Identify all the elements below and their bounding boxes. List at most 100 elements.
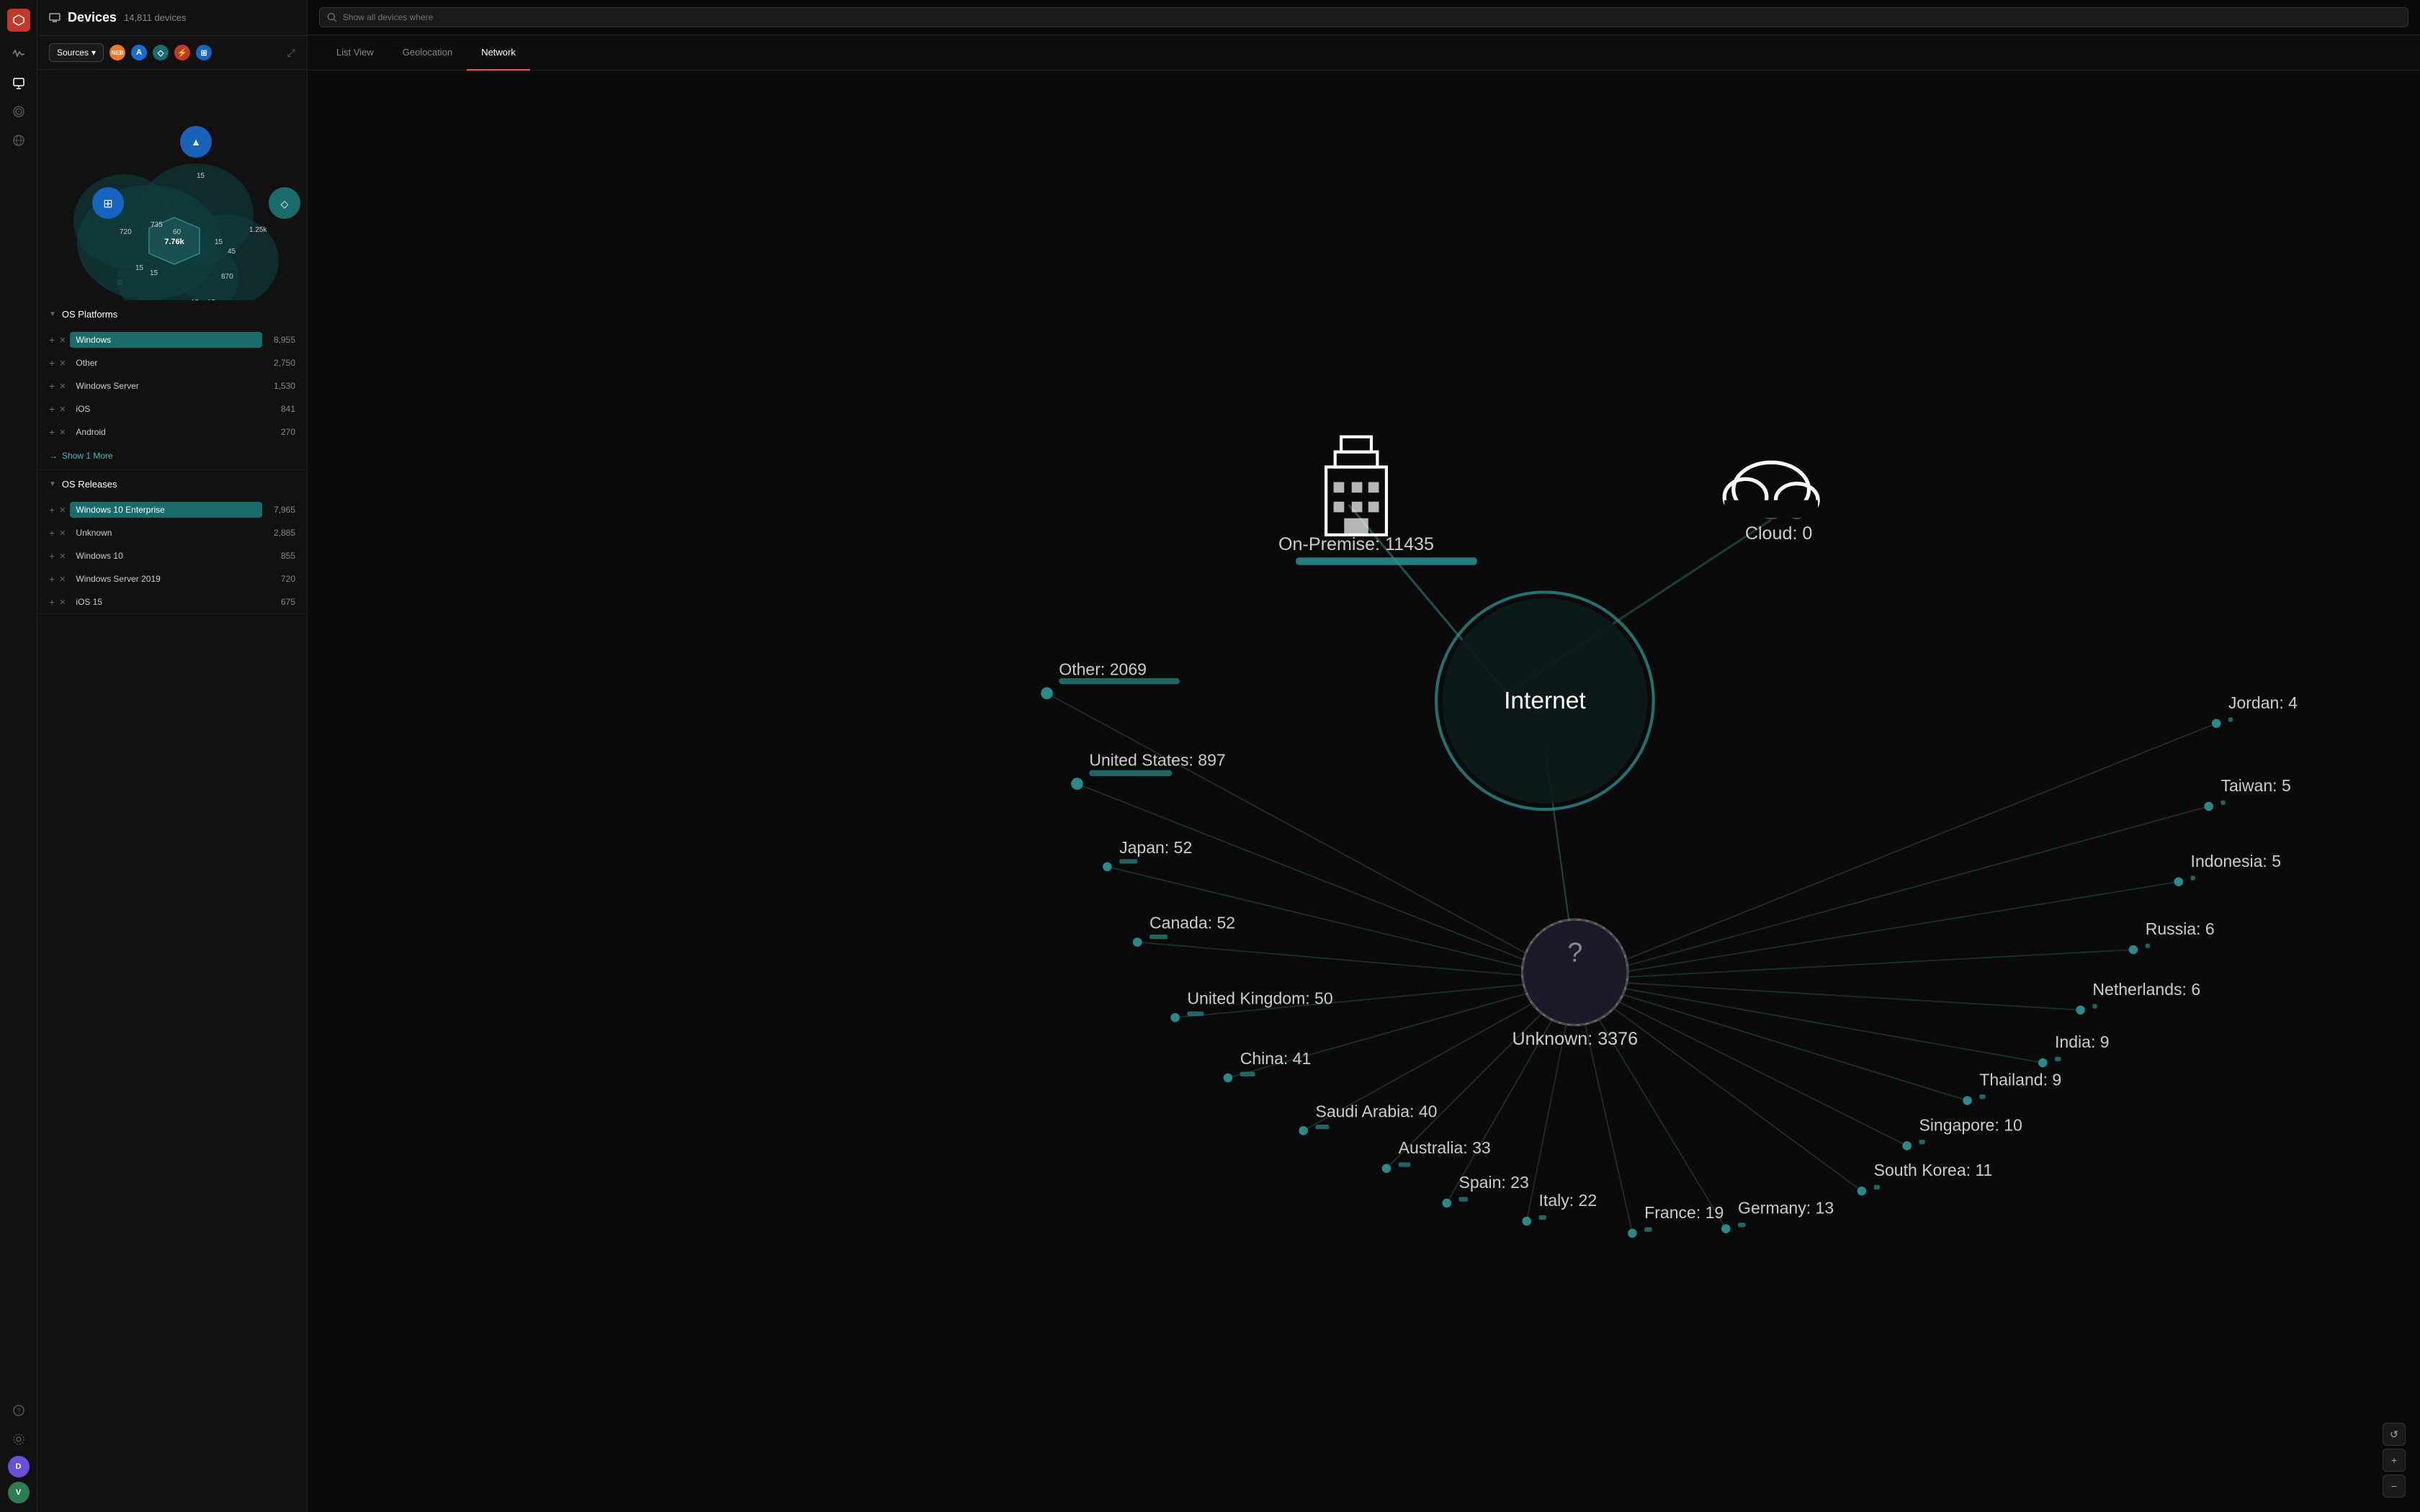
avatar-d[interactable]: D (8, 1456, 30, 1477)
tab-list-view[interactable]: List View (322, 35, 388, 71)
svg-text:60: 60 (173, 228, 182, 236)
svg-text:1.25k: 1.25k (249, 226, 267, 234)
remove-android-icon[interactable]: ✕ (59, 428, 66, 437)
globe-nav-icon[interactable] (6, 128, 31, 153)
os-platforms-chevron: ▼ (49, 310, 56, 318)
remove-ios15-icon[interactable]: ✕ (59, 598, 66, 607)
remove-win10ent-icon[interactable]: ✕ (59, 505, 66, 515)
winserver-label[interactable]: Windows Server (70, 378, 262, 394)
radar-nav-icon[interactable] (6, 99, 31, 124)
svg-text:Canada: 52: Canada: 52 (1150, 914, 1235, 932)
svg-text:Saudi Arabia: 40: Saudi Arabia: 40 (1315, 1102, 1437, 1121)
source-d-icon[interactable]: ◇ (153, 45, 169, 60)
ios-label[interactable]: iOS (70, 401, 262, 417)
search-input-wrap (319, 7, 2408, 27)
search-bar-area (308, 0, 2420, 35)
windows-count: 8,955 (266, 335, 295, 345)
add-other-icon[interactable]: + (49, 357, 55, 369)
svg-text:Spain: 23: Spain: 23 (1458, 1173, 1528, 1192)
remove-winserver2019-icon[interactable]: ✕ (59, 575, 66, 584)
add-winserver-icon[interactable]: + (49, 380, 55, 392)
source-neb-icon[interactable]: NEB (109, 45, 125, 60)
add-ios-icon[interactable]: + (49, 403, 55, 415)
win10-label[interactable]: Windows 10 (70, 548, 262, 564)
remove-winserver-icon[interactable]: ✕ (59, 382, 66, 391)
os-releases-chevron: ▼ (49, 480, 56, 488)
zoom-reset-button[interactable]: ↺ (2383, 1423, 2406, 1446)
search-input[interactable] (343, 12, 2401, 22)
android-count: 270 (266, 427, 295, 437)
network-view: Internet On-Premise: 11435 (308, 71, 2420, 1512)
svg-text:735: 735 (151, 221, 163, 229)
source-w-icon[interactable]: ⊞ (196, 45, 212, 60)
add-win10ent-icon[interactable]: + (49, 504, 55, 516)
chevron-down-icon: ▾ (91, 48, 96, 58)
add-windows-icon[interactable]: + (49, 334, 55, 346)
sources-button[interactable]: Sources ▾ (49, 43, 104, 62)
svg-text:?: ? (1567, 937, 1582, 968)
settings-nav-icon[interactable] (6, 1427, 31, 1452)
os-platform-android: + ✕ Android 270 (37, 420, 307, 444)
avatar-v[interactable]: V (8, 1482, 30, 1503)
os-platforms-show-more[interactable]: → Show 1 More (37, 444, 307, 469)
winserver2019-label[interactable]: Windows Server 2019 (70, 571, 262, 587)
svg-text:South Korea: 11: South Korea: 11 (1874, 1161, 1993, 1179)
windows-label[interactable]: Windows (70, 332, 262, 348)
activity-nav-icon[interactable] (6, 42, 31, 66)
svg-text:Russia: 6: Russia: 6 (2146, 919, 2215, 938)
devices-nav-icon[interactable] (6, 71, 31, 95)
remove-windows-icon[interactable]: ✕ (59, 336, 66, 345)
os-platforms-header[interactable]: ▼ OS Platforms (37, 300, 307, 328)
network-svg: Internet On-Premise: 11435 (308, 71, 2420, 1512)
search-icon (327, 12, 337, 22)
svg-text:Italy: 22: Italy: 22 (1539, 1191, 1597, 1210)
zoom-in-button[interactable]: + (2383, 1449, 2406, 1472)
add-ios15-icon[interactable]: + (49, 596, 55, 608)
expand-icon[interactable]: ⤢ (287, 47, 295, 59)
os-releases-section: ▼ OS Releases + ✕ Windows 10 Enterprise … (37, 470, 307, 614)
add-win10-icon[interactable]: + (49, 550, 55, 562)
add-android-icon[interactable]: + (49, 426, 55, 438)
other-label[interactable]: Other (70, 355, 262, 371)
page-title: Devices (68, 10, 117, 25)
zoom-controls: ↺ + − (2383, 1423, 2406, 1498)
svg-text:15: 15 (197, 172, 205, 180)
svg-text:15: 15 (207, 299, 216, 300)
tab-geolocation[interactable]: Geolocation (388, 35, 467, 71)
win10ent-label[interactable]: Windows 10 Enterprise (70, 502, 262, 518)
add-unknown-icon[interactable]: + (49, 527, 55, 539)
other-count: 2,750 (266, 358, 295, 368)
svg-text:Cloud: 0: Cloud: 0 (1745, 523, 1813, 544)
source-r-icon[interactable]: ⚡ (174, 45, 190, 60)
svg-text:India: 9: India: 9 (2055, 1032, 2110, 1051)
unknown-label[interactable]: Unknown (70, 525, 262, 541)
svg-text:45: 45 (228, 248, 236, 256)
svg-text:Jordan: 4: Jordan: 4 (2228, 693, 2298, 712)
bubble-viz: ▲ ⊞ ◇ NEB ⚡ 7.76k 15 720 735 60 1.25k 15… (37, 70, 307, 300)
android-label[interactable]: Android (70, 424, 262, 440)
os-platforms-title: OS Platforms (62, 309, 117, 320)
os-releases-header[interactable]: ▼ OS Releases (37, 470, 307, 498)
svg-text:Australia: 33: Australia: 33 (1399, 1138, 1491, 1157)
remove-ios-icon[interactable]: ✕ (59, 405, 66, 414)
svg-text:United Kingdom: 50: United Kingdom: 50 (1187, 989, 1332, 1007)
remove-unknown-icon[interactable]: ✕ (59, 528, 66, 538)
source-a-icon[interactable]: A (131, 45, 147, 60)
sidebar: Devices 14,811 devices Sources ▾ NEB A ◇… (37, 0, 308, 1512)
app-logo[interactable] (7, 9, 30, 32)
svg-text:Unknown: 3376: Unknown: 3376 (1512, 1029, 1638, 1049)
tab-network[interactable]: Network (467, 35, 530, 71)
svg-text:▲: ▲ (191, 136, 201, 148)
svg-text:15: 15 (135, 264, 144, 272)
remove-win10-icon[interactable]: ✕ (59, 552, 66, 561)
zoom-out-button[interactable]: − (2383, 1475, 2406, 1498)
svg-text:720: 720 (120, 228, 132, 236)
os-release-win10-enterprise: + ✕ Windows 10 Enterprise 7,965 (37, 498, 307, 521)
help-nav-icon[interactable]: ? (6, 1398, 31, 1423)
ios15-label[interactable]: iOS 15 (70, 594, 262, 610)
os-release-win10: + ✕ Windows 10 855 (37, 544, 307, 567)
remove-other-icon[interactable]: ✕ (59, 359, 66, 368)
add-winserver2019-icon[interactable]: + (49, 573, 55, 585)
main-content: List View Geolocation Network (308, 0, 2420, 1512)
svg-text:15: 15 (215, 238, 223, 246)
